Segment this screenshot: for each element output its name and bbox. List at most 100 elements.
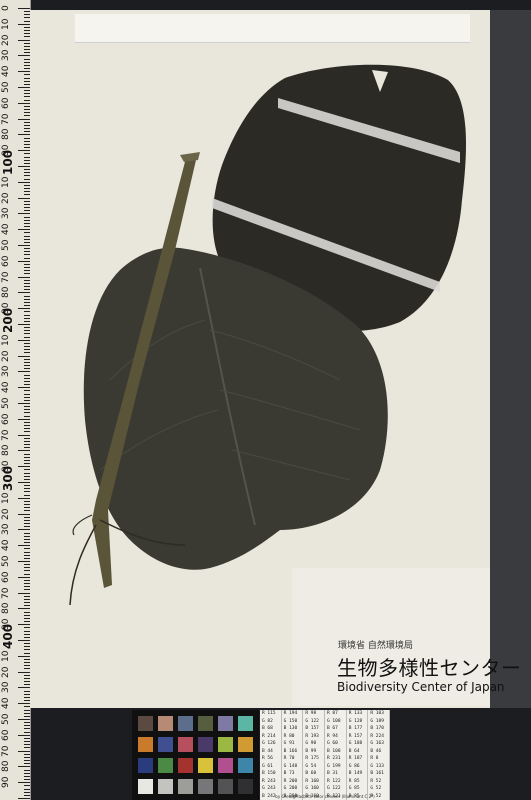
color-table-cell: R 98 <box>303 710 326 718</box>
color-table-cell: B 60 <box>303 770 326 778</box>
color-table-cell: R 85 <box>347 777 369 785</box>
color-table-cell: R 115 <box>260 710 282 718</box>
color-table-cell: R 157 <box>347 732 369 740</box>
color-table-row: R 115 R 194 R 98 R 87 R 133 R 103 <box>260 710 390 718</box>
color-table-cell: G 82 <box>260 717 282 725</box>
color-table-row: B 68 B 130 B 157 B 67 B 177 B 170 <box>260 725 390 733</box>
color-table-cell: G 243 <box>260 785 282 793</box>
color-table-cell: G 54 <box>303 762 326 770</box>
color-table-cell: B 31 <box>325 770 347 778</box>
color-table-cell: R 194 <box>282 710 304 718</box>
color-swatch <box>138 758 153 773</box>
color-table-cell: R 160 <box>303 777 326 785</box>
color-table-cell: G 160 <box>303 785 326 793</box>
institution-name-en: Biodiversity Center of Japan <box>337 680 505 694</box>
institution-name-jp: 生物多様性センター <box>337 656 522 680</box>
color-table-row: G 243 G 200 G 160 G 122 G 85 G 52 <box>260 785 390 793</box>
color-swatch <box>178 779 193 794</box>
color-table-cell: R 56 <box>260 755 282 763</box>
color-swatch <box>178 758 193 773</box>
color-checker <box>132 710 259 800</box>
color-table-cell: G 61 <box>260 762 282 770</box>
color-table-cell: R 8 <box>368 755 390 763</box>
color-table-cell: R 70 <box>282 755 304 763</box>
color-table-cell: B 46 <box>368 747 390 755</box>
color-table-cell: B 130 <box>282 725 304 733</box>
ministry-text: 環境省 自然環境局 <box>338 641 413 651</box>
color-table-cell: R 214 <box>260 732 282 740</box>
color-table-cell: G 86 <box>347 762 369 770</box>
color-table-cell: B 150 <box>260 770 282 778</box>
color-swatch <box>138 779 153 794</box>
color-table-cell: B 166 <box>282 747 304 755</box>
color-swatch <box>158 779 173 794</box>
color-table-row: B 150 B 73 B 60 B 31 B 149 B 161 <box>260 770 390 778</box>
color-swatch <box>198 779 213 794</box>
color-swatch <box>238 737 253 752</box>
color-table-cell: R 231 <box>325 755 347 763</box>
color-table-cell: B 170 <box>368 725 390 733</box>
color-table-cell: R 122 <box>325 777 347 785</box>
color-table-cell: R 243 <box>260 777 282 785</box>
color-table-cell: B 177 <box>347 725 369 733</box>
color-swatch <box>138 737 153 752</box>
color-table-cell: G 150 <box>282 717 304 725</box>
color-table-cell: B 149 <box>347 770 369 778</box>
color-table-cell: B 108 <box>325 747 347 755</box>
color-swatch <box>198 737 213 752</box>
color-table-cell: G 163 <box>368 740 390 748</box>
color-swatch <box>178 716 193 731</box>
color-swatch <box>158 737 173 752</box>
color-table-cell: G 52 <box>368 785 390 793</box>
root <box>72 514 93 536</box>
color-value-table: R 115 R 194 R 98 R 87 R 133 R 103 G 82 G 150 G 1… <box>260 710 390 800</box>
color-table-cell: R 200 <box>282 777 304 785</box>
color-table-cell: G 122 <box>325 785 347 793</box>
color-table-row: G 61 G 148 G 54 G 199 G 86 G 133 <box>260 762 390 770</box>
color-table-cell: G 133 <box>368 762 390 770</box>
color-table-cell: R 175 <box>303 755 326 763</box>
color-table-cell: R 80 <box>282 732 304 740</box>
color-table-cell: G 188 <box>347 740 369 748</box>
color-table-cell: G 200 <box>282 785 304 793</box>
color-table-cell: G 128 <box>347 717 369 725</box>
color-table-cell: B 157 <box>303 725 326 733</box>
color-swatch <box>138 716 153 731</box>
color-table-row: R 56 R 70 R 175 R 231 R 187 R 8 <box>260 755 390 763</box>
color-table-cell: G 199 <box>325 762 347 770</box>
color-swatch <box>238 758 253 773</box>
root <box>69 524 97 606</box>
color-table-cell: G 90 <box>303 740 326 748</box>
color-table-cell: G 189 <box>368 717 390 725</box>
color-table-cell: R 94 <box>325 732 347 740</box>
color-swatch <box>238 779 253 794</box>
color-table-footer: by GretagMacbeth color checker (Illumina… <box>275 794 375 799</box>
color-swatch <box>218 758 233 773</box>
color-table-cell: G 85 <box>347 785 369 793</box>
color-swatch <box>198 716 213 731</box>
color-table-cell: B 44 <box>260 747 282 755</box>
color-table-cell: B 73 <box>282 770 304 778</box>
color-swatch <box>158 758 173 773</box>
color-table-cell: G 91 <box>282 740 304 748</box>
color-table-cell: R 193 <box>303 732 326 740</box>
color-table-cell: G 60 <box>325 740 347 748</box>
color-table-cell: R 103 <box>368 710 390 718</box>
color-swatch <box>198 758 213 773</box>
color-swatch <box>218 779 233 794</box>
color-table-cell: G 148 <box>282 762 304 770</box>
color-swatch <box>178 737 193 752</box>
color-table-cell: G 122 <box>303 717 326 725</box>
color-table-row: G 82 G 150 G 122 G 108 G 128 G 189 <box>260 717 390 725</box>
color-table-cell: R 224 <box>368 732 390 740</box>
color-table-row: G 126 G 91 G 90 G 60 G 188 G 163 <box>260 740 390 748</box>
color-swatch <box>218 737 233 752</box>
color-table-cell: R 52 <box>368 777 390 785</box>
color-swatch <box>218 716 233 731</box>
color-table-cell: R 187 <box>347 755 369 763</box>
color-table-cell: G 126 <box>260 740 282 748</box>
color-table-row: R 214 R 80 R 193 R 94 R 157 R 224 <box>260 732 390 740</box>
color-table-cell: B 68 <box>260 725 282 733</box>
color-table-cell: B 64 <box>347 747 369 755</box>
color-table-cell: R 133 <box>347 710 369 718</box>
